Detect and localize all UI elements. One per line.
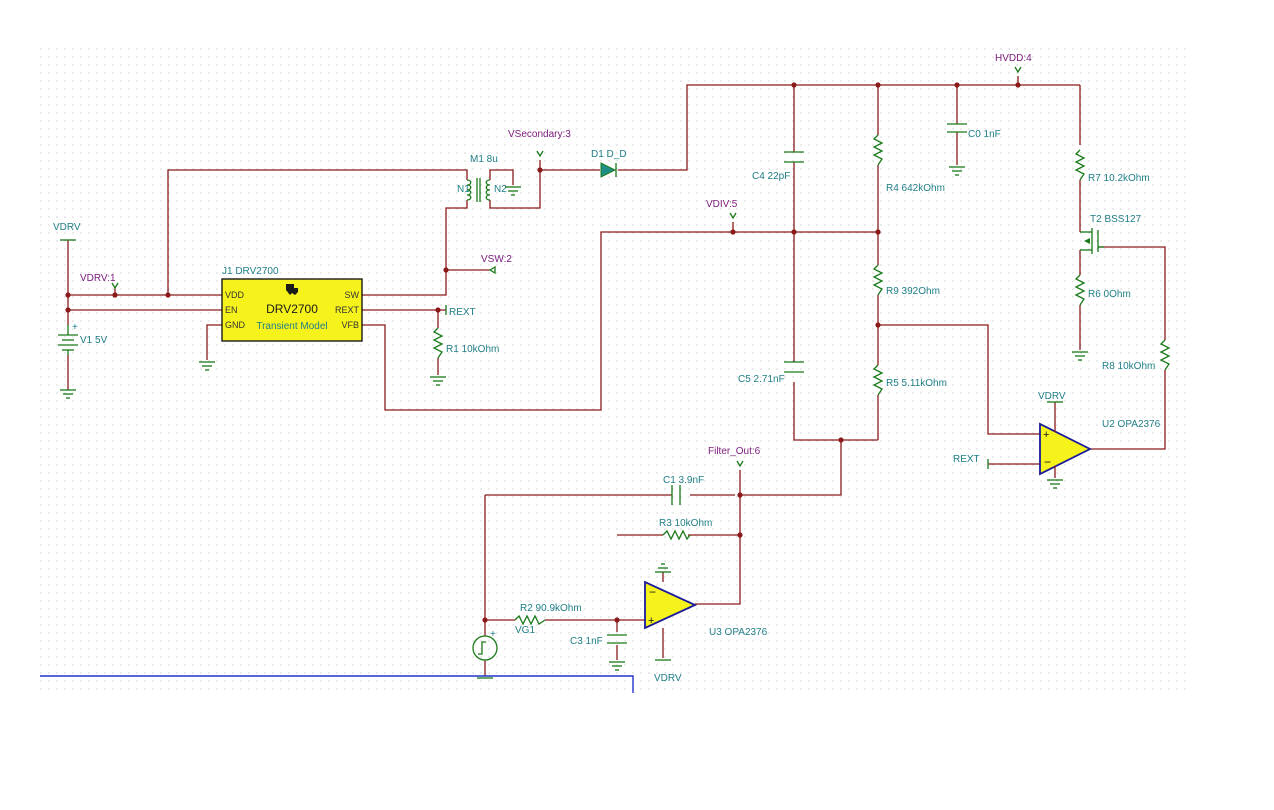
net-rext-a: REXT bbox=[449, 307, 476, 318]
j1-subtitle: Transient Model bbox=[256, 321, 327, 332]
v1-label: V1 5V bbox=[80, 335, 108, 346]
c0-label: C0 1nF bbox=[968, 129, 1001, 140]
r7-label: R7 10.2kOhm bbox=[1088, 173, 1150, 184]
svg-text:+: + bbox=[1043, 429, 1049, 441]
net-vdiv: VDIV:5 bbox=[706, 199, 738, 210]
pin-en: EN bbox=[225, 305, 238, 315]
n1-label: N1 bbox=[457, 184, 470, 195]
r8-label: R8 10kOhm bbox=[1102, 361, 1155, 372]
r1-label: R1 10kOhm bbox=[446, 344, 499, 355]
net-vdrv-1: VDRV:1 bbox=[80, 273, 116, 284]
j1-ref-label: J1 DRV2700 bbox=[222, 266, 279, 277]
r5-label: R5 5.11kOhm bbox=[886, 378, 947, 389]
m1-label: M1 8u bbox=[470, 154, 498, 165]
pin-vdd: VDD bbox=[225, 290, 245, 300]
svg-text:+: + bbox=[648, 615, 654, 627]
grid-background bbox=[40, 48, 1192, 693]
r9-label: R9 392Ohm bbox=[886, 286, 940, 297]
net-vdrv-top: VDRV bbox=[53, 222, 81, 233]
d1-label: D1 D_D bbox=[591, 149, 627, 160]
pin-gnd: GND bbox=[225, 320, 246, 330]
net-vsw: VSW:2 bbox=[481, 254, 512, 265]
net-vdrv-u2: VDRV bbox=[1038, 391, 1066, 402]
vg1-label: VG1 bbox=[515, 625, 535, 636]
net-hvdd: HVDD:4 bbox=[995, 53, 1032, 64]
svg-text:+: + bbox=[72, 322, 78, 333]
pin-rext: REXT bbox=[335, 305, 360, 315]
r6-label: R6 0Ohm bbox=[1088, 289, 1131, 300]
j1-title: DRV2700 bbox=[266, 302, 318, 316]
t2-label: T2 BSS127 bbox=[1090, 214, 1142, 225]
svg-text:−: − bbox=[649, 585, 656, 599]
c5-label: C5 2.71nF bbox=[738, 374, 785, 385]
pin-sw: SW bbox=[345, 290, 360, 300]
u3-label: U3 OPA2376 bbox=[709, 627, 768, 638]
c4-label: C4 22pF bbox=[752, 171, 790, 182]
svg-text:−: − bbox=[1044, 455, 1051, 469]
net-vsecondary: VSecondary:3 bbox=[508, 129, 571, 140]
c1-label: C1 3.9nF bbox=[663, 475, 704, 486]
pin-vfb: VFB bbox=[341, 320, 359, 330]
net-rext-b: REXT bbox=[953, 454, 980, 465]
net-vdrv-u3: VDRV bbox=[654, 673, 682, 684]
u2-label: U2 OPA2376 bbox=[1102, 419, 1161, 430]
net-filter-out: Filter_Out:6 bbox=[708, 446, 761, 457]
c3-label: C3 1nF bbox=[570, 636, 603, 647]
n2-label: N2 bbox=[494, 184, 507, 195]
r3-label: R3 10kOhm bbox=[659, 518, 712, 529]
svg-text:+: + bbox=[490, 629, 496, 640]
r2-label: R2 90.9kOhm bbox=[520, 603, 582, 614]
r4-label: R4 642kOhm bbox=[886, 183, 945, 194]
schematic-canvas[interactable]: + V1 5V J1 DRV2700 DRV2700 Transient Mod… bbox=[0, 0, 1274, 810]
